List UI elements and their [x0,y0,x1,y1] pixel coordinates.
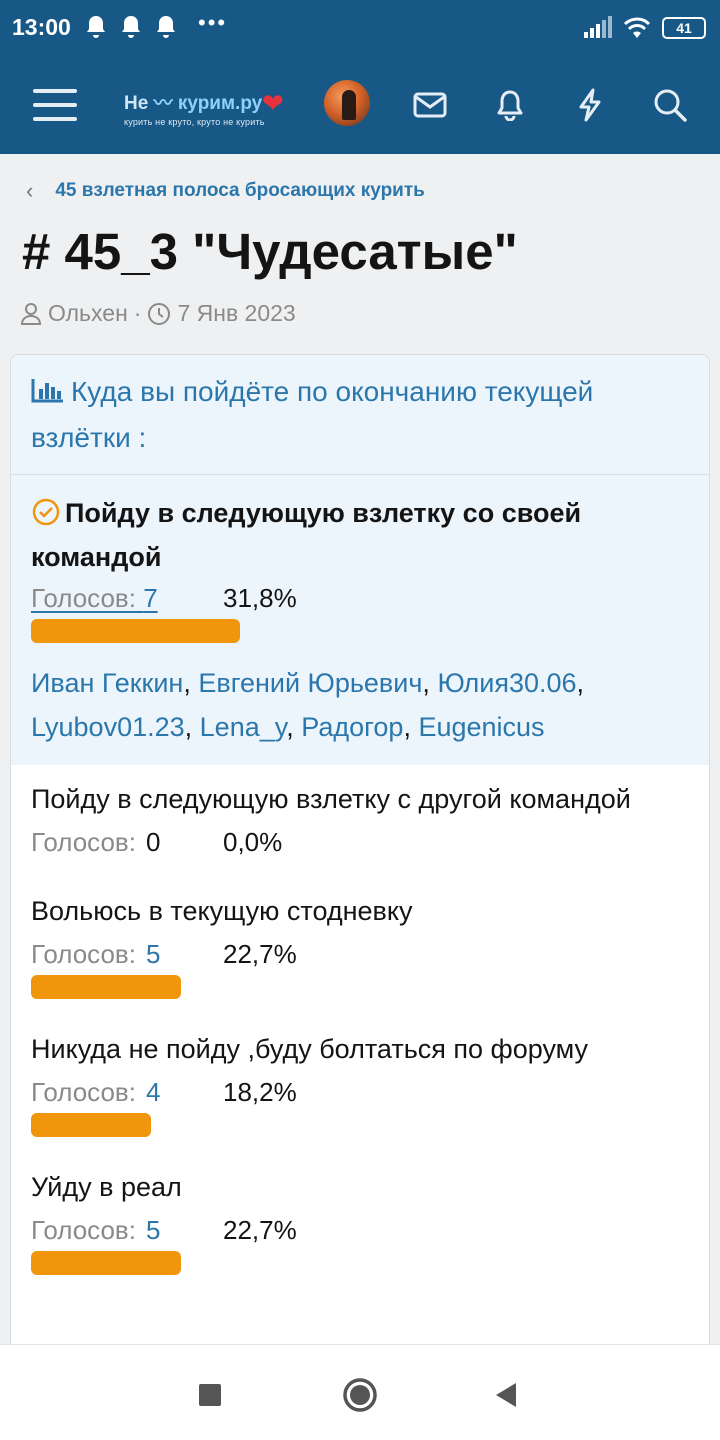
response-label: Пойду в следующую взлетку со своей коман… [31,498,582,572]
voter-link[interactable]: Радогор [301,712,403,742]
status-time: 13:00 [12,14,71,40]
response-bar [31,1113,151,1137]
poll-response: Пойду в следующую взлетку со своей коман… [11,475,709,765]
response-bar [31,1251,181,1275]
logo-accent: курим.ру [177,93,263,114]
back-triangle-icon [496,1383,516,1407]
response-votes: Голосов: 0 0,0% [31,823,689,861]
response-label: Никуда не пойду ,буду болтаться по форум… [31,1034,589,1064]
response-percent: 18,2% [223,1077,297,1107]
voter-link[interactable]: Lyubov01.23 [31,712,185,742]
votes-count: 0 [145,827,161,857]
thread-meta: Ольхен · 7 Янв 2023 [20,300,296,327]
recents-button[interactable] [190,1375,230,1415]
user-icon [20,302,42,325]
battery-icon: 41 [662,17,706,39]
alerts-button[interactable] [485,80,535,130]
thread-date[interactable]: 7 Янв 2023 [177,300,295,327]
votes-count[interactable]: 4 [146,1073,160,1111]
response-percent: 22,7% [223,939,297,969]
menu-icon [33,89,77,121]
battery-level: 41 [676,20,692,36]
response-votes: Голосов: 5 22,7% [31,1211,689,1249]
status-bar: 13:00 ••• 41 [0,0,720,56]
response-votes: Голосов: 7 31,8% [31,579,689,617]
back-button[interactable] [486,1375,526,1415]
response-bar [31,975,181,999]
response-label: Вольюсь в текущую стодневку [31,896,413,926]
votes-count[interactable]: 5 [146,935,160,973]
inbox-button[interactable] [405,80,455,130]
poll-response: Вольюсь в текущую стодневку Голосов: 5 2… [11,861,709,999]
breadcrumb[interactable]: ‹ 45 взлетная полоса бросающих курить [26,178,425,204]
menu-button[interactable] [30,80,80,130]
voter-link[interactable]: Евгений Юрьевич [198,668,422,698]
clock-icon [148,302,171,325]
signal-icon [584,16,612,38]
voter-link[interactable]: Eugenicus [418,712,544,742]
whats-new-button[interactable] [565,80,615,130]
voters-list: Иван Геккин, Евгений Юрьевич, Юлия30.06,… [31,668,585,742]
search-button[interactable] [645,80,695,130]
poll-header: Куда вы пойдёте по окончанию текущей взл… [11,355,709,475]
page-title: # 45_3 "Чудесатые" [22,223,518,280]
response-percent: 31,8% [223,583,297,613]
home-circle-icon [343,1378,377,1412]
response-label: Уйду в реал [31,1172,182,1202]
site-logo[interactable]: Не 〰 курим.ру курить не круто, круто не … [124,88,304,128]
voter-link[interactable]: Юлия30.06 [437,668,576,698]
voter-link[interactable]: Иван Геккин [31,668,183,698]
thread-author[interactable]: Ольхен [48,300,128,327]
bell-icon [87,16,105,38]
response-percent: 22,7% [223,1215,297,1245]
response-votes: Голосов: 4 18,2% [31,1073,689,1111]
bell-icon [122,16,140,38]
poll-block: Куда вы пойдёте по окончанию текущей взл… [10,354,710,1344]
logo-main: Не [124,93,149,114]
votes-link[interactable]: Голосов: 7 [31,579,158,617]
chevron-left-icon: ‹ [26,178,34,203]
page-content: ‹ 45 взлетная полоса бросающих курить # … [0,154,720,1344]
bell-icon [157,16,175,38]
recents-square-icon [199,1384,221,1406]
bar-chart-icon [31,379,63,403]
more-dots-icon: ••• [198,10,228,35]
meta-separator: · [133,300,142,326]
poll-question: Куда вы пойдёте по окончанию текущей взл… [31,376,594,453]
system-nav-bar [0,1344,720,1440]
response-bar [31,619,240,643]
breadcrumb-link[interactable]: 45 взлетная полоса бросающих курить [55,180,425,202]
bell-icon [497,90,523,121]
mail-icon [413,92,447,118]
poll-response: Пойду в следующую взлетку с другой коман… [11,765,709,861]
lightning-icon [579,88,601,122]
response-percent: 0,0% [223,827,283,857]
voter-link[interactable]: Lena_y [200,712,287,742]
poll-response: Никуда не пойду ,буду болтаться по форум… [11,999,709,1137]
hearts-icon: ❤ [262,88,284,118]
avatar[interactable] [324,80,370,126]
poll-response: Уйду в реал Голосов: 5 22,7% [11,1137,709,1275]
home-button[interactable] [340,1375,380,1415]
response-label: Пойду в следующую взлетку с другой коман… [31,784,631,814]
check-circle-icon [32,498,60,526]
votes-count[interactable]: 5 [146,1211,160,1249]
search-icon [654,89,687,122]
wifi-icon [623,17,651,38]
response-votes: Голосов: 5 22,7% [31,935,689,973]
